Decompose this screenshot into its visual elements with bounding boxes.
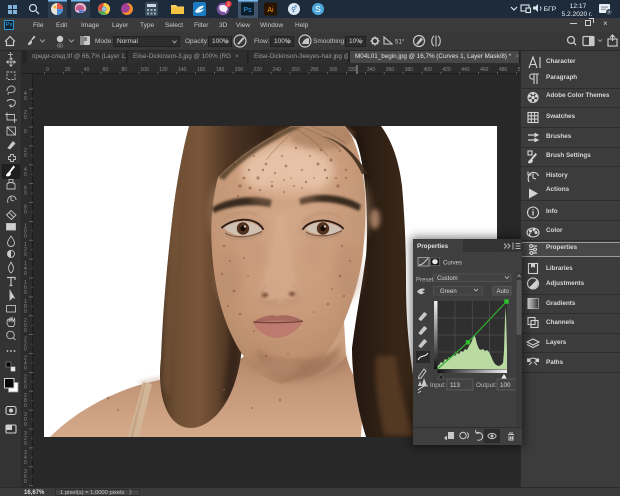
svg-text:200: 200	[235, 67, 244, 73]
svg-text:0: 0	[24, 210, 27, 216]
svg-text:0: 0	[24, 460, 27, 466]
svg-text:0: 0	[24, 384, 27, 390]
svg-text:340: 340	[367, 67, 376, 73]
svg-text:0: 0	[24, 153, 27, 159]
svg-text:140: 140	[178, 67, 187, 73]
svg-text:0: 0	[24, 328, 27, 334]
svg-text:280: 280	[310, 67, 319, 73]
svg-text:Properties: Properties	[417, 243, 449, 250]
svg-text:12:17: 12:17	[570, 3, 587, 10]
svg-text:Preset:: Preset:	[416, 278, 435, 284]
svg-text:300: 300	[329, 67, 338, 73]
svg-text:51°: 51°	[395, 39, 405, 46]
svg-text:0: 0	[24, 233, 27, 239]
svg-text:0: 0	[24, 271, 27, 277]
svg-text:0: 0	[24, 96, 27, 102]
svg-text:0: 0	[24, 403, 27, 409]
svg-text:0: 0	[24, 115, 27, 121]
svg-text:100: 100	[140, 67, 149, 73]
svg-text:0: 0	[24, 441, 27, 447]
svg-text:40: 40	[84, 67, 90, 73]
svg-text:80: 80	[122, 67, 128, 73]
svg-text:Auto: Auto	[497, 289, 510, 295]
svg-text:460: 460	[480, 67, 489, 73]
svg-text:Ps: Ps	[243, 7, 252, 14]
svg-text:Input:: Input:	[430, 382, 446, 389]
svg-text:S: S	[315, 4, 321, 14]
svg-text:5.2.2020 г.: 5.2.2020 г.	[562, 11, 593, 18]
svg-text:0: 0	[24, 172, 27, 178]
svg-text:120: 120	[159, 67, 168, 73]
svg-text:400: 400	[424, 67, 433, 73]
svg-text:0: 0	[24, 422, 27, 428]
svg-text:0: 0	[24, 479, 27, 485]
svg-text:0: 0	[24, 290, 27, 296]
svg-text:0: 0	[46, 67, 49, 73]
svg-text:240: 240	[273, 67, 282, 73]
svg-text:320: 320	[348, 67, 357, 73]
svg-text:380: 380	[405, 67, 414, 73]
svg-text:420: 420	[442, 67, 451, 73]
svg-text:Custom: Custom	[437, 276, 458, 282]
svg-text:360: 360	[386, 67, 395, 73]
svg-text:220: 220	[254, 67, 263, 73]
svg-text:Ai: Ai	[267, 7, 274, 14]
svg-text:Curves: Curves	[443, 261, 462, 267]
svg-text:113: 113	[450, 382, 461, 389]
svg-text:0: 0	[24, 347, 27, 353]
svg-text:⚥: ⚥	[291, 5, 297, 14]
svg-text:Green: Green	[440, 289, 457, 295]
svg-text:480: 480	[499, 67, 508, 73]
svg-text:БГР: БГР	[544, 6, 557, 13]
svg-text:160: 160	[197, 67, 206, 73]
svg-text:180: 180	[216, 67, 225, 73]
svg-text:0: 0	[24, 252, 27, 258]
svg-text:60: 60	[57, 44, 63, 50]
svg-text:0: 0	[24, 191, 27, 197]
svg-text:260: 260	[291, 67, 300, 73]
svg-text:20: 20	[65, 67, 71, 73]
svg-text:Output:: Output:	[476, 382, 497, 389]
svg-text:0: 0	[24, 366, 27, 372]
svg-text:60: 60	[103, 67, 109, 73]
svg-text:100: 100	[500, 382, 511, 389]
svg-text:0: 0	[24, 309, 27, 315]
svg-text:440: 440	[461, 67, 470, 73]
svg-text:0: 0	[24, 129, 27, 135]
